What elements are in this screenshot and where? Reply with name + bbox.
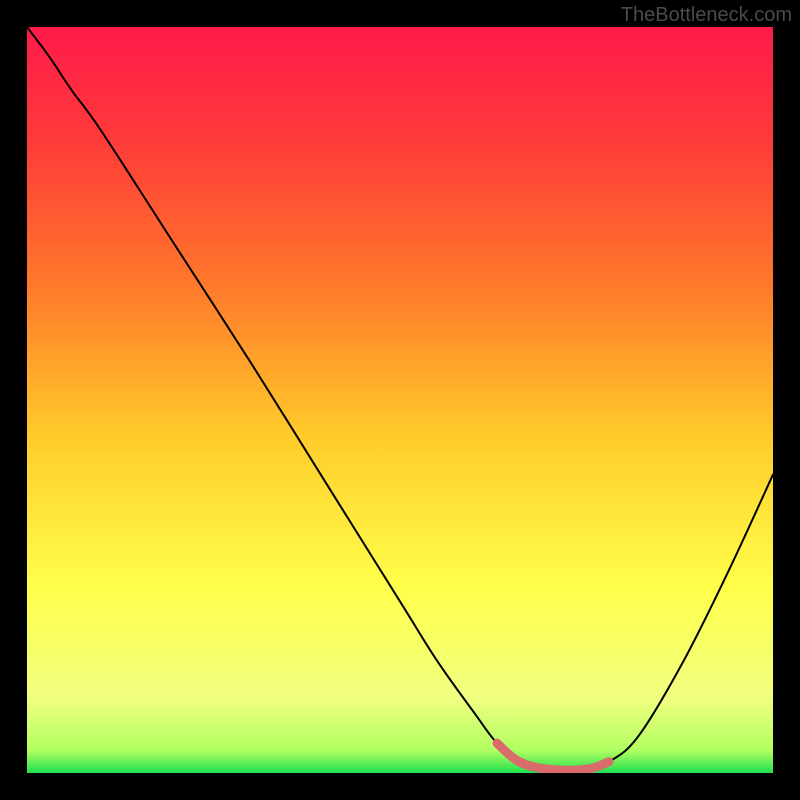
gradient-background [27, 27, 773, 773]
chart-svg [27, 27, 773, 773]
watermark-text: TheBottleneck.com [621, 4, 792, 27]
plot-area [27, 27, 773, 773]
chart-container: TheBottleneck.com [0, 0, 800, 800]
